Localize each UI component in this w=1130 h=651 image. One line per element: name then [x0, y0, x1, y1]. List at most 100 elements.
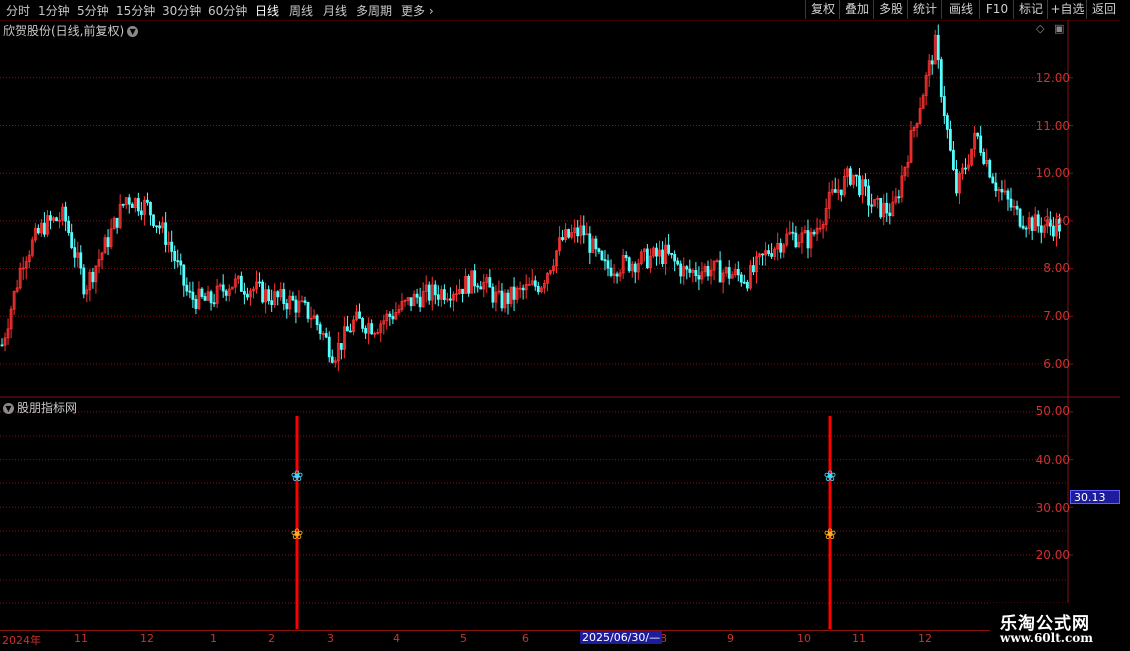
candle-body	[403, 300, 407, 302]
candle-body	[276, 291, 280, 298]
candle-body	[546, 272, 549, 284]
candle-body	[182, 264, 186, 286]
candle-body	[579, 225, 583, 237]
candle-body	[482, 281, 486, 290]
candle-body	[700, 271, 704, 280]
indicator-title-text: 股朋指标网	[17, 401, 78, 415]
right-info-sidebar[interactable]	[1120, 20, 1130, 650]
add-favorite-button[interactable]: +自选	[1047, 0, 1087, 19]
candle-body	[33, 227, 37, 241]
candle-body	[552, 265, 555, 271]
statistics-button[interactable]: 统计	[907, 0, 942, 19]
candle-body	[730, 274, 734, 279]
candle-body	[752, 265, 755, 273]
candle-body	[800, 232, 804, 243]
diamond-icon[interactable]: ◇	[1036, 22, 1044, 35]
candlestick-chart[interactable]: ❀ ❀ ❀ ❀	[0, 0, 1130, 650]
candle-body	[118, 203, 122, 228]
period-tab-timeshare[interactable]: 分时	[6, 2, 30, 19]
candle-body	[46, 215, 49, 235]
candle-body	[361, 317, 364, 329]
draw-line-button[interactable]: 画线	[941, 0, 980, 19]
candle-body	[991, 176, 995, 184]
candle-body	[227, 288, 231, 296]
indicator-title[interactable]: ▼ 股朋指标网	[3, 399, 77, 416]
candle-body	[58, 219, 61, 222]
candle-body	[576, 227, 580, 237]
mark-button[interactable]: 标记	[1013, 0, 1048, 19]
candle-body	[852, 174, 855, 185]
candle-body	[15, 287, 19, 292]
period-tab-multi[interactable]: 多周期	[356, 2, 392, 19]
candle-body	[146, 199, 149, 203]
period-tab-60min[interactable]: 60分钟	[208, 2, 247, 19]
candle-body	[143, 199, 146, 215]
candle-body	[703, 266, 707, 273]
candle-body	[452, 293, 455, 301]
candle-body	[618, 272, 622, 277]
candle-body	[273, 291, 277, 305]
candle-body	[442, 289, 446, 301]
candle-body	[318, 324, 322, 334]
date-tick: 2	[268, 632, 275, 645]
candle-body	[876, 197, 880, 200]
period-tab-more[interactable]: 更多 ›	[401, 2, 434, 19]
candle-body	[955, 169, 958, 194]
period-tab-5min[interactable]: 5分钟	[77, 2, 109, 19]
chevron-down-icon[interactable]: ▼	[3, 403, 14, 414]
period-tab-30min[interactable]: 30分钟	[162, 2, 201, 19]
candle-body	[446, 298, 449, 301]
candle-body	[297, 300, 301, 313]
candle-body	[658, 249, 661, 257]
candle-body	[458, 288, 461, 295]
candle-body	[812, 231, 816, 235]
chevron-down-icon[interactable]: ▼	[127, 26, 139, 37]
candle-body	[670, 252, 674, 255]
candle-body	[1000, 189, 1004, 193]
candle-body	[464, 275, 467, 294]
candle-body	[158, 225, 161, 229]
f10-button[interactable]: F10	[979, 0, 1014, 19]
candle-body	[924, 75, 928, 96]
period-tab-monthly[interactable]: 月线	[323, 2, 347, 19]
candle-body	[252, 288, 255, 292]
restore-rights-button[interactable]: 复权	[805, 0, 840, 19]
candle-body	[418, 296, 422, 308]
back-button[interactable]: 返回	[1086, 0, 1121, 19]
candle-body	[479, 286, 483, 290]
candle-body	[785, 233, 789, 246]
candle-body	[933, 34, 937, 65]
date-tick: 2024年	[2, 634, 41, 647]
candle-body	[691, 270, 695, 273]
candle-body	[561, 237, 564, 241]
candle-body	[830, 189, 834, 193]
candle-body	[627, 257, 631, 272]
stock-title[interactable]: 欣贺股份(日线,前复权) ▼	[3, 22, 139, 39]
candle-body	[270, 300, 274, 305]
candle-body	[421, 291, 425, 308]
candle-body	[467, 275, 471, 294]
candle-body	[970, 148, 973, 166]
period-tab-daily[interactable]: 日线	[255, 2, 279, 19]
candle-body	[527, 283, 531, 286]
candle-body	[100, 252, 104, 260]
period-tab-15min[interactable]: 15分钟	[116, 2, 155, 19]
candle-body	[652, 247, 655, 257]
candle-body	[115, 217, 119, 228]
candle-body	[945, 115, 949, 130]
multi-stock-button[interactable]: 多股	[873, 0, 908, 19]
period-tab-1min[interactable]: 1分钟	[38, 2, 70, 19]
overlay-button[interactable]: 叠加	[839, 0, 874, 19]
period-tab-weekly[interactable]: 周线	[289, 2, 313, 19]
candle-body	[997, 189, 1001, 192]
candle-body	[873, 199, 877, 207]
candle-body	[861, 179, 864, 196]
panel-toggle-icon[interactable]: ▣	[1054, 22, 1064, 35]
candle-body	[427, 284, 431, 301]
candle-body	[85, 289, 89, 295]
candle-body	[842, 175, 846, 196]
candle-body	[733, 268, 737, 276]
candle-body	[424, 284, 428, 292]
candle-body	[988, 160, 992, 178]
candle-body	[300, 300, 304, 303]
